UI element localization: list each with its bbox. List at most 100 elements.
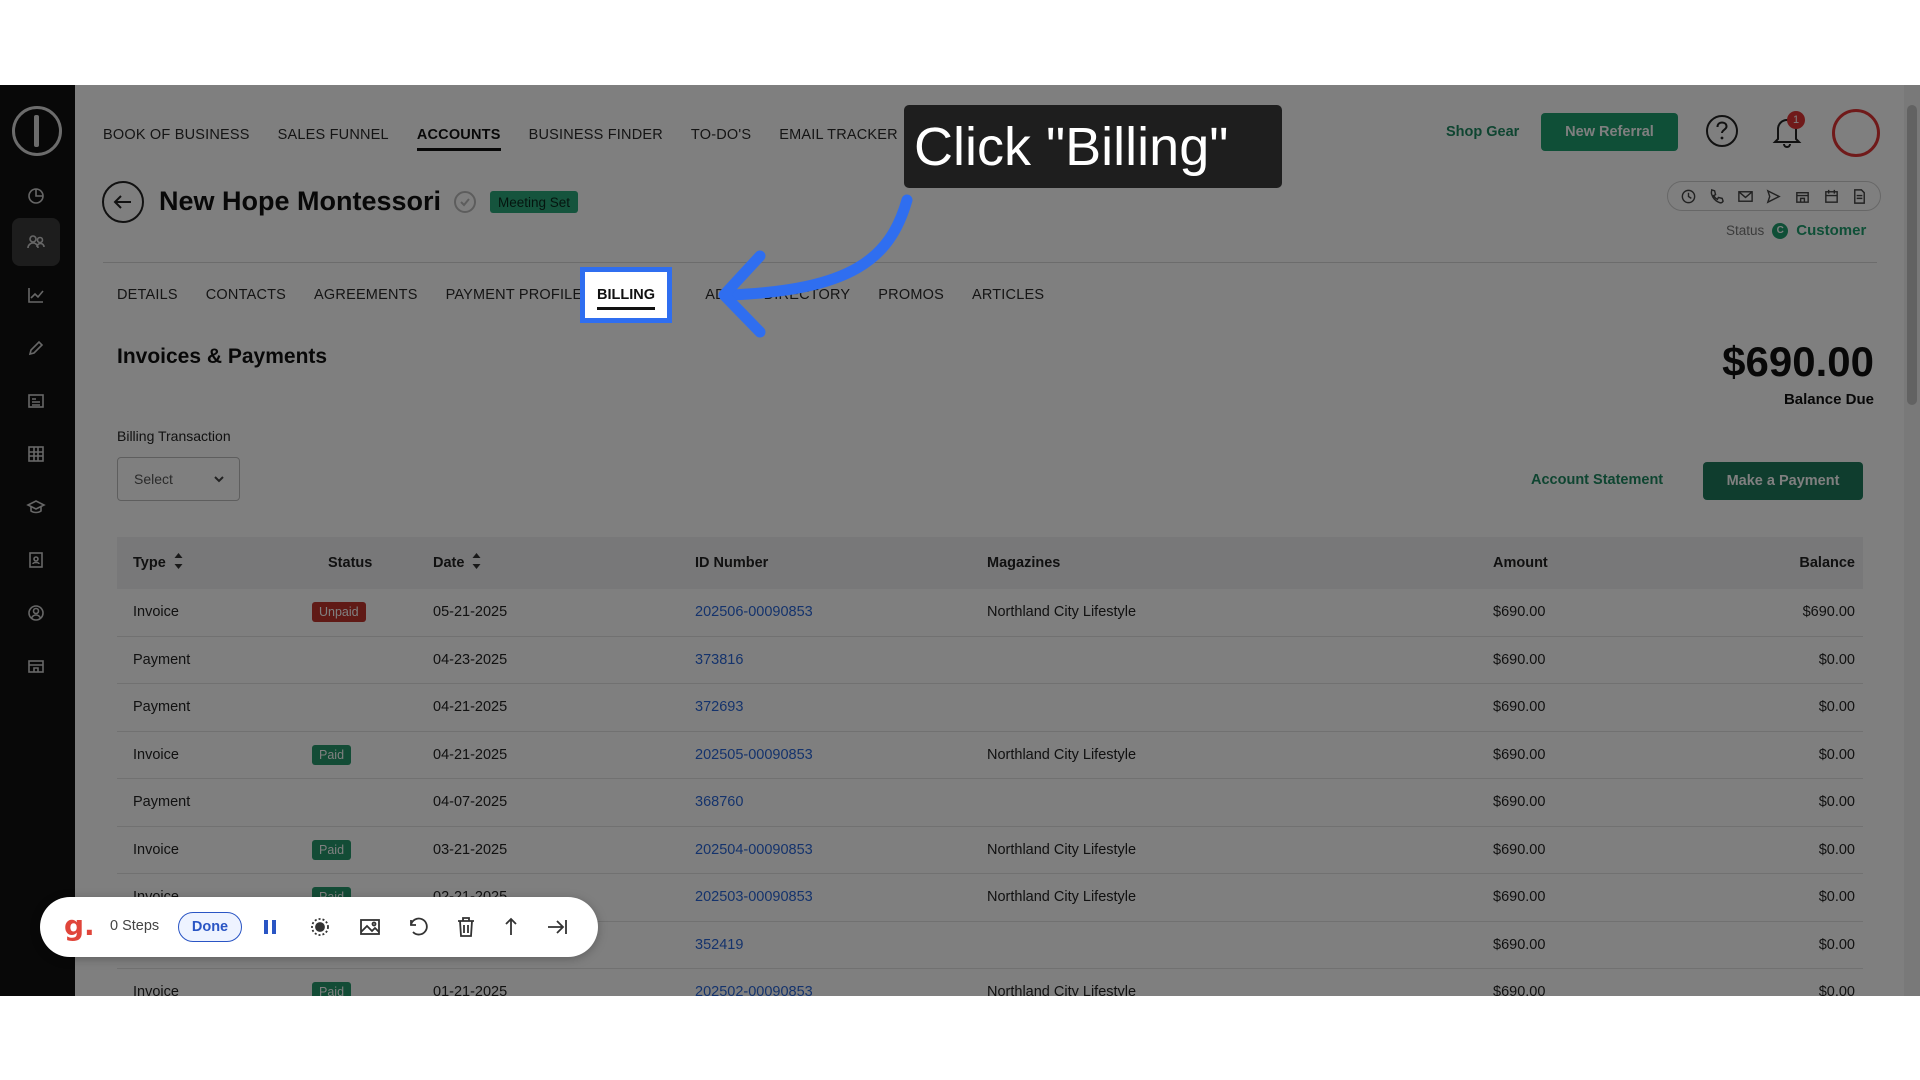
pause-button[interactable] [258, 915, 282, 939]
balance-amount: $690.00 [1722, 338, 1874, 385]
cell-type: Invoice [133, 984, 179, 996]
billing-tab-inner: BILLING [585, 272, 667, 318]
nav-business-finder[interactable]: BUSINESS FINDER [529, 127, 663, 149]
table-row[interactable]: Invoice Paid 01-21-2025 202502-00090853 Nort… [117, 969, 1863, 996]
nav-sales-funnel[interactable]: SALES FUNNEL [278, 127, 389, 149]
table-row[interactable]: Invoice Paid 03-21-2025 202504-00090853 Nort… [117, 827, 1863, 874]
sidebar-item-reports[interactable] [12, 271, 60, 319]
cell-id: 202506-00090853 [695, 604, 987, 620]
table-row[interactable]: Payment 04-23-2025 373816 $690.00 $0.00 [117, 637, 1863, 684]
id-link[interactable]: 372693 [695, 699, 743, 715]
table-row[interactable]: Invoice Unpaid 05-21-2025 202506-00090853 No… [117, 589, 1863, 637]
delete-button[interactable] [454, 915, 478, 939]
tab-details[interactable]: DETAILS [117, 287, 178, 303]
skip-button[interactable] [545, 915, 569, 939]
screenshot-button[interactable] [358, 915, 382, 939]
store-icon [28, 660, 44, 673]
sidebar-item-store[interactable] [12, 642, 60, 690]
logo-icon[interactable] [12, 106, 62, 156]
tab-articles[interactable]: ARTICLES [972, 287, 1044, 303]
col-balance: Balance [1799, 555, 1855, 571]
tab-contacts[interactable]: CONTACTS [206, 287, 286, 303]
table-row[interactable]: Payment 04-07-2025 368760 $690.00 $0.00 [117, 779, 1863, 827]
cell-magazine: Northland City Lifestyle [987, 889, 1137, 906]
cell-amount: $690.00 [1493, 984, 1546, 996]
sidebar-item-contacts[interactable] [12, 536, 60, 584]
blur-icon [311, 918, 329, 936]
cell-balance: $0.00 [1818, 699, 1855, 716]
sort-icon[interactable] [174, 552, 183, 574]
id-link[interactable]: 202504-00090853 [695, 842, 813, 858]
trash-icon [458, 917, 474, 937]
shop-gear-link[interactable]: Shop Gear [1446, 124, 1519, 140]
cell-id: 202505-00090853 [695, 747, 987, 763]
cell-amount: $690.00 [1493, 746, 1546, 763]
tab-billing[interactable]: BILLING [580, 267, 672, 323]
avatar[interactable] [1832, 109, 1880, 157]
tab-payment-profiles[interactable]: PAYMENT PROFILES [446, 287, 593, 303]
nav-book-of-business[interactable]: BOOK OF BUSINESS [103, 127, 250, 149]
tab-agreements[interactable]: AGREEMENTS [314, 287, 418, 303]
pointer-arrow-icon [718, 194, 913, 338]
cell-balance: $0.00 [1818, 984, 1855, 996]
id-link[interactable]: 202506-00090853 [695, 604, 813, 620]
help-icon[interactable] [1705, 114, 1739, 148]
make-payment-button[interactable]: Make a Payment [1703, 462, 1863, 500]
select-value: Select [134, 471, 173, 487]
calendar-icon[interactable] [1823, 188, 1840, 205]
image-icon [360, 919, 380, 935]
table-header: Type Status Date ID Number Magazines Amo… [117, 537, 1863, 589]
table-row[interactable]: Invoice Paid 04-21-2025 202505-00090853 Nort… [117, 732, 1863, 779]
sidebar-item-accounts[interactable] [12, 218, 60, 266]
col-type[interactable]: Type [117, 552, 312, 574]
upload-button[interactable] [499, 915, 523, 939]
sidebar-item-grid[interactable] [12, 430, 60, 478]
sidebar-item-training[interactable] [12, 483, 60, 531]
line-chart-icon [28, 288, 44, 303]
billing-transaction-select[interactable]: Select [117, 457, 240, 501]
new-referral-button[interactable]: New Referral [1541, 113, 1678, 151]
cell-type: Invoice [133, 746, 179, 763]
account-statement-link[interactable]: Account Statement [1531, 472, 1663, 488]
sidebar-item-dashboard[interactable] [12, 172, 60, 220]
grid-icon [28, 446, 44, 462]
back-button[interactable] [102, 181, 144, 223]
store-icon[interactable] [1794, 188, 1811, 205]
undo-button[interactable] [406, 915, 430, 939]
col-date[interactable]: Date [433, 552, 695, 574]
mail-icon[interactable] [1737, 188, 1754, 205]
cell-type: Invoice [133, 841, 179, 858]
id-link[interactable]: 373816 [695, 652, 743, 668]
blur-button[interactable] [308, 915, 332, 939]
id-link[interactable]: 202503-00090853 [695, 889, 813, 905]
id-link[interactable]: 352419 [695, 937, 743, 953]
id-link[interactable]: 368760 [695, 794, 743, 810]
id-link[interactable]: 202505-00090853 [695, 747, 813, 763]
verify-icon[interactable] [453, 190, 477, 214]
cell-balance: $0.00 [1818, 651, 1855, 668]
nav-todos[interactable]: TO-DO'S [691, 127, 751, 149]
scrollbar-thumb[interactable] [1907, 105, 1917, 405]
nav-accounts[interactable]: ACCOUNTS [416, 127, 501, 151]
instruction-callout: Click "Billing" [904, 105, 1282, 188]
table-row[interactable]: Payment 04-21-2025 372693 $690.00 $0.00 [117, 684, 1863, 732]
document-icon[interactable] [1851, 188, 1868, 205]
history-icon[interactable] [1680, 188, 1697, 205]
phone-icon[interactable] [1708, 188, 1725, 205]
send-icon[interactable] [1765, 188, 1782, 205]
recorder-steps: 0 Steps [110, 918, 160, 934]
user-circle-icon [28, 605, 44, 621]
cell-amount: $690.00 [1493, 604, 1546, 621]
cell-date: 04-21-2025 [433, 699, 508, 716]
sidebar-item-edit[interactable] [12, 324, 60, 372]
done-button[interactable]: Done [178, 912, 242, 942]
cell-balance: $0.00 [1818, 794, 1855, 811]
app-window: BOOK OF BUSINESS SALES FUNNEL ACCOUNTS B… [0, 85, 1920, 996]
nav-email-tracker[interactable]: EMAIL TRACKER [779, 127, 898, 149]
action-icon-bar [1667, 181, 1881, 211]
sidebar-item-content[interactable] [12, 377, 60, 425]
status-initial: C [1772, 222, 1789, 239]
id-link[interactable]: 202502-00090853 [695, 984, 813, 996]
sort-icon[interactable] [472, 552, 481, 574]
sidebar-item-profile[interactable] [12, 589, 60, 637]
